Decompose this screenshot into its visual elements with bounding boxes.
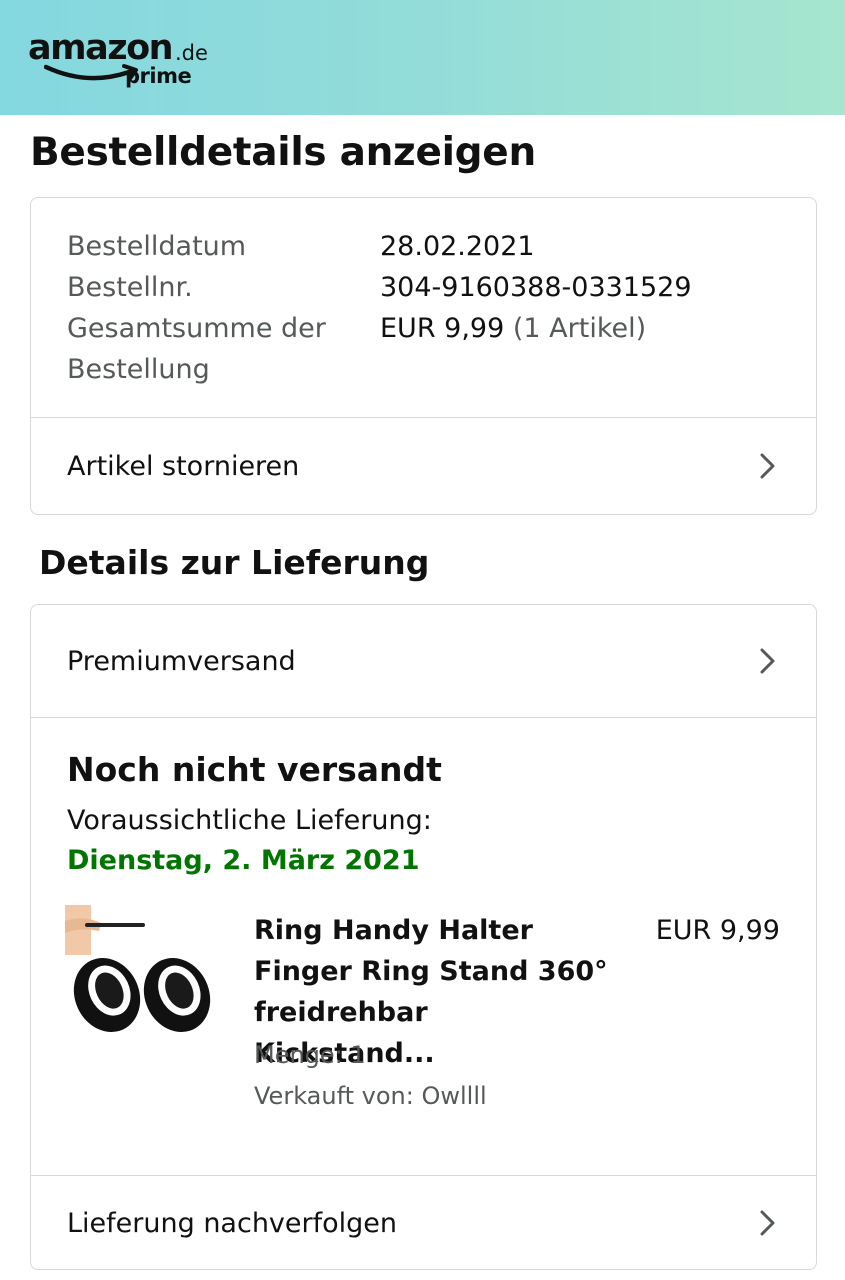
app-header: amazon .de prime xyxy=(0,0,845,115)
logo-prime: prime xyxy=(125,64,192,88)
product-image[interactable] xyxy=(65,905,215,1045)
order-date-label: Bestelldatum xyxy=(67,231,247,262)
cancel-items-label: Artikel stornieren xyxy=(67,450,300,482)
product-quantity: Menge: 1 xyxy=(254,1041,366,1069)
order-number-label: Bestellnr. xyxy=(67,272,193,303)
order-total-value: EUR 9,99 (1 Artikel) xyxy=(380,308,646,349)
page-title: Bestelldetails anzeigen xyxy=(30,130,536,175)
track-delivery-link[interactable]: Lieferung nachverfolgen xyxy=(31,1176,816,1270)
chevron-right-icon xyxy=(760,648,775,674)
track-delivery-label: Lieferung nachverfolgen xyxy=(67,1207,398,1239)
order-number-value: 304-9160388-0331529 xyxy=(380,272,692,303)
product-price: EUR 9,99 xyxy=(655,915,780,946)
amazon-prime-logo[interactable]: amazon .de prime xyxy=(28,28,218,93)
delivery-card: Premiumversand Noch nicht versandt Vorau… xyxy=(30,604,817,1270)
product-seller: Verkauft von: Owllll xyxy=(254,1082,487,1110)
order-total-label: Gesamtsumme der Bestellung xyxy=(67,313,326,385)
chevron-right-icon xyxy=(760,1210,775,1236)
order-date-value: 28.02.2021 xyxy=(380,231,535,262)
delivery-details-heading: Details zur Lieferung xyxy=(39,543,430,582)
chevron-right-icon xyxy=(760,453,775,479)
order-total-items: (1 Artikel) xyxy=(512,313,647,344)
estimated-delivery-label: Voraussichtliche Lieferung: xyxy=(67,805,432,836)
shipment-status-title: Noch nicht versandt xyxy=(67,750,442,789)
shipping-method-link[interactable]: Premiumversand xyxy=(31,605,816,717)
shipping-method-label: Premiumversand xyxy=(67,645,296,677)
order-summary-card: Bestelldatum 28.02.2021 Bestellnr. 304-9… xyxy=(30,197,817,515)
cancel-items-link[interactable]: Artikel stornieren xyxy=(31,418,816,514)
order-total-amount: EUR 9,99 xyxy=(380,313,505,344)
logo-tld: .de xyxy=(175,41,208,65)
estimated-delivery-date: Dienstag, 2. März 2021 xyxy=(67,845,420,876)
divider xyxy=(31,717,816,718)
